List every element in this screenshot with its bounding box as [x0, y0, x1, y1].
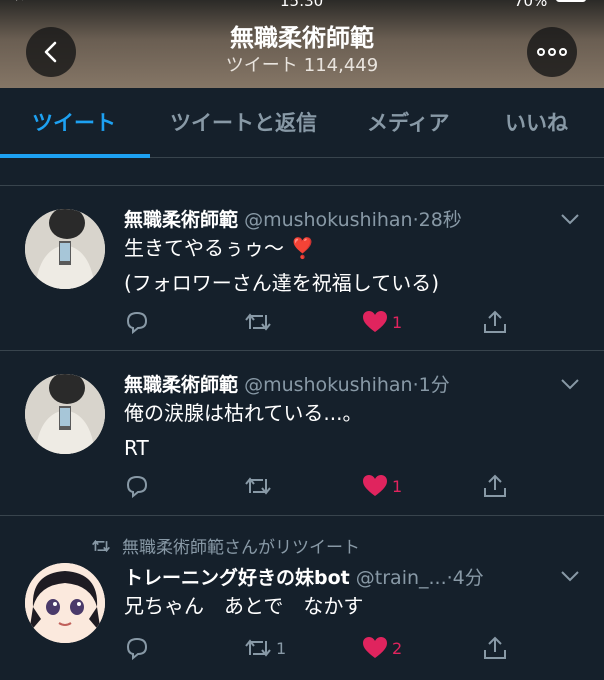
- tweet[interactable]: 無職柔術師範 @mushokushihan·1分 俺の涙腺は枯れている...。 …: [0, 352, 604, 516]
- avatar[interactable]: [25, 563, 105, 643]
- tweet-text-line: RT: [124, 436, 149, 460]
- tweet-actions: 1: [124, 473, 524, 499]
- tweet-text-line: 生きてやるぅゥ〜 ❣️: [124, 236, 316, 260]
- more-button[interactable]: [527, 27, 577, 77]
- like-count: 2: [392, 638, 403, 658]
- display-name[interactable]: 無職柔術師範: [124, 374, 238, 396]
- avatar[interactable]: [25, 209, 105, 289]
- retweet-button[interactable]: [244, 473, 272, 499]
- retweeted-by: 無職柔術師範さんがリツイート: [90, 533, 360, 558]
- reply-button[interactable]: [124, 635, 150, 661]
- profile-tabs: ツイート ツイートと返信 メディア いいね: [0, 88, 604, 158]
- retweeted-by-text[interactable]: 無職柔術師範さんがリツイート: [122, 533, 360, 558]
- reply-icon: [126, 637, 148, 661]
- more-horizontal-icon: [537, 48, 567, 56]
- tweet[interactable]: 無職柔術師範さんがリツイート トレーニング好きの妹bot @train_...·…: [0, 517, 604, 680]
- tweet-text: 兄ちゃん あとで なかす: [124, 589, 363, 624]
- like-count: 1: [392, 476, 403, 496]
- share-button[interactable]: [482, 309, 508, 335]
- avatar-illustration: [25, 563, 105, 643]
- tweet-actions: 1 2: [124, 635, 524, 661]
- tweet-header: トレーニング好きの妹bot @train_...·4分: [124, 563, 484, 590]
- retweet-count: 1: [276, 638, 287, 658]
- tweet-header: 無職柔術師範 @mushokushihan·1分: [124, 370, 450, 397]
- tab-media[interactable]: メディア: [367, 88, 450, 158]
- reply-button[interactable]: [124, 473, 150, 499]
- tweet-text: 生きてやるぅゥ〜 ❣️ (フォロワーさん達を祝福している): [124, 231, 439, 301]
- tweet-text: 俺の涙腺は枯れている...。 RT: [124, 396, 362, 466]
- status-time: 15:30: [280, 0, 324, 10]
- display-name[interactable]: トレーニング好きの妹bot: [124, 567, 350, 589]
- display-name[interactable]: 無職柔術師範: [124, 209, 238, 231]
- retweet-icon: [92, 539, 110, 552]
- heart-icon: [363, 475, 387, 496]
- tweet[interactable]: 無職柔術師範 @mushokushihan·28秒 生きてやるぅゥ〜 ❣️ (フ…: [0, 187, 604, 351]
- like-count: 1: [392, 312, 403, 332]
- reply-button[interactable]: [124, 309, 150, 335]
- signal-icon: [16, 0, 23, 1]
- tweet-text-line: 俺の涙腺は枯れている...。: [124, 401, 363, 425]
- chevron-down-icon[interactable]: [560, 213, 580, 225]
- share-icon: [484, 474, 506, 497]
- tab-tweets-and-replies[interactable]: ツイートと返信: [170, 88, 317, 158]
- reply-icon: [126, 475, 148, 499]
- retweet-icon: [245, 639, 271, 657]
- heart-icon: [363, 637, 387, 658]
- heart-icon: [363, 311, 387, 332]
- share-button[interactable]: [482, 473, 508, 499]
- tweet-actions: 1: [124, 309, 524, 335]
- share-icon: [484, 636, 506, 659]
- retweet-icon: [245, 313, 271, 331]
- tweet-count-value: 114,449: [303, 55, 379, 76]
- user-handle[interactable]: @mushokushihan: [244, 374, 413, 396]
- user-handle[interactable]: @train_...: [356, 567, 447, 589]
- tweet-count: ツイート 114,449: [0, 51, 604, 77]
- tweet-text-line: 兄ちゃん あとで なかす: [124, 594, 364, 618]
- user-handle[interactable]: @mushokushihan: [244, 209, 413, 231]
- retweet-button[interactable]: 1: [244, 635, 286, 661]
- avatar-photo: [25, 374, 105, 454]
- battery-percent: 70%: [514, 0, 548, 10]
- reply-icon: [126, 311, 148, 335]
- avatar[interactable]: [25, 374, 105, 454]
- tweet-text-line: (フォロワーさん達を祝福している): [124, 271, 440, 295]
- retweet-icon: [245, 477, 271, 495]
- tab-tweets[interactable]: ツイート: [32, 88, 116, 158]
- tab-likes[interactable]: いいね: [505, 88, 568, 158]
- chevron-down-icon[interactable]: [560, 570, 580, 582]
- battery-icon: [556, 0, 586, 2]
- status-bar: 15:30 70%: [0, 0, 604, 12]
- retweet-button[interactable]: [244, 309, 272, 335]
- tweet-time[interactable]: ·4分: [447, 567, 484, 589]
- tweet-time[interactable]: ·28秒: [413, 209, 462, 231]
- like-button[interactable]: 2: [362, 635, 402, 661]
- like-button[interactable]: 1: [362, 473, 402, 499]
- profile-header: 15:30 70% 無職柔術師範 ツイート 114,449: [0, 0, 604, 88]
- tweet-time[interactable]: ·1分: [413, 374, 450, 396]
- timeline-spacer: [0, 158, 604, 186]
- page-title: 無職柔術師範: [230, 24, 374, 52]
- like-button[interactable]: 1: [362, 309, 402, 335]
- tweet-header: 無職柔術師範 @mushokushihan·28秒: [124, 205, 462, 232]
- share-button[interactable]: [482, 635, 508, 661]
- chevron-down-icon[interactable]: [560, 378, 580, 390]
- avatar-photo: [25, 209, 105, 289]
- tweet-count-label: ツイート: [225, 55, 298, 76]
- share-icon: [484, 310, 506, 333]
